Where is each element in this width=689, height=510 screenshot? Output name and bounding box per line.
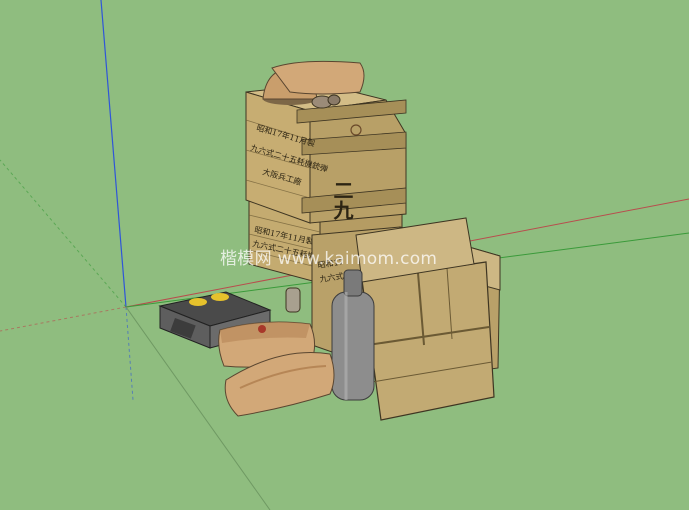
watermark: 楷模网 www.kaimom.com [220, 249, 438, 269]
box-lamp-right [211, 293, 229, 301]
red-marking [258, 325, 266, 333]
green-axis-dashed [0, 159, 127, 308]
blue-axis-dashed [125, 306, 134, 401]
box-lamp-left [189, 298, 207, 306]
red-axis-dashed [0, 306, 127, 332]
blue-axis [100, 0, 127, 308]
crate-lid[interactable] [361, 261, 495, 421]
small-bottle[interactable] [285, 287, 301, 313]
upper-crate-side-code: 二九 [330, 180, 354, 221]
